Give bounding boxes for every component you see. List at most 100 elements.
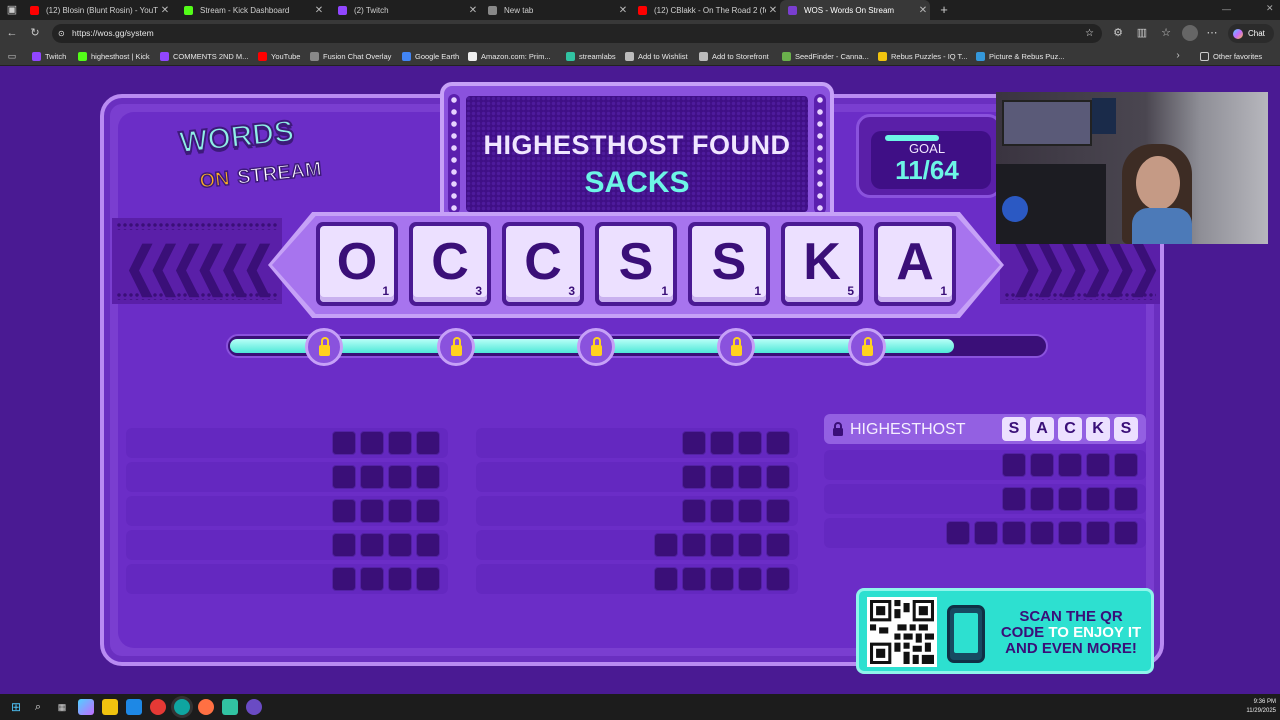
other-favorites-label: Other favorites — [1213, 51, 1263, 61]
tab-close-icon[interactable]: ✕ — [916, 5, 930, 16]
favorites-icon[interactable]: ☆ — [1158, 25, 1174, 41]
system-clock[interactable]: 9:36 PM 11/29/2025 — [1238, 698, 1276, 716]
tile-points: 1 — [382, 284, 389, 298]
word-slot-row — [476, 462, 798, 492]
bookmark-item[interactable]: YouTube — [258, 49, 300, 63]
app-icon[interactable] — [246, 699, 262, 715]
search-icon[interactable]: ⌕ — [30, 699, 46, 715]
split-screen-icon[interactable]: ▥ — [1134, 25, 1150, 41]
empty-letter-slot — [738, 533, 762, 557]
browser-tab[interactable]: (12) CBlakk - On The Road 2 (feat ✕ — [630, 0, 780, 20]
empty-letter-slot — [332, 533, 356, 557]
bookmark-favicon-icon — [782, 51, 791, 61]
empty-letter-slot — [388, 465, 412, 489]
qr-promo[interactable]: SCAN THE QR CODE TO ENJOY IT AND EVEN MO… — [856, 588, 1154, 674]
letter-tile: S1 — [595, 222, 677, 306]
ball — [1002, 196, 1028, 222]
bookmarks-bar: ▭ Twitch highesthost | Kick COMMENTS 2ND M… — [0, 46, 1280, 66]
bookmark-item[interactable]: Add to Wishlist — [625, 49, 688, 63]
empty-letter-slot — [332, 431, 356, 455]
letter-tile: S1 — [688, 222, 770, 306]
browser-tab[interactable]: (2) Twitch ✕ — [330, 0, 480, 20]
bookmark-item[interactable]: Add to Storefront — [699, 49, 769, 63]
tab-close-icon[interactable]: ✕ — [766, 5, 780, 16]
empty-letter-slot — [388, 567, 412, 591]
other-favorites[interactable]: Other favorites — [1200, 49, 1262, 63]
address-bar[interactable]: ⊙ https://wos.gg/system ☆ — [52, 24, 1102, 43]
words-on-stream-logo: WORDS ON STREAM — [174, 109, 354, 216]
browser-tab[interactable]: New tab ✕ — [480, 0, 630, 20]
browser-tab[interactable]: Stream - Kick Dashboard ✕ — [176, 0, 326, 20]
bookmark-item[interactable]: SeedFinder - Canna... — [782, 49, 869, 63]
tab-close-icon[interactable]: ✕ — [158, 5, 172, 16]
window-close-button[interactable]: ✕ — [1266, 3, 1274, 14]
empty-letter-slot — [738, 499, 762, 523]
lock-icon — [437, 328, 475, 366]
windows-start-icon[interactable]: ⊞ — [8, 699, 24, 715]
bookmark-item[interactable]: streamlabs — [566, 49, 616, 63]
minimize-icon[interactable]: — — [1222, 4, 1231, 14]
extensions-icon[interactable]: ⚙ — [1110, 25, 1126, 41]
qr-code[interactable] — [867, 597, 937, 667]
empty-letter-slot — [360, 533, 384, 557]
empty-letter-slot — [1086, 521, 1110, 545]
firefox-icon[interactable] — [198, 699, 214, 715]
tile-points: 3 — [475, 284, 482, 298]
tile-points: 1 — [661, 284, 668, 298]
empty-letter-slot — [710, 533, 734, 557]
bookmark-label: Amazon.com: Prim... — [481, 51, 551, 61]
chat-label: Chat — [1248, 29, 1265, 38]
tab-close-icon[interactable]: ✕ — [312, 5, 326, 16]
site-info-icon[interactable]: ⊙ — [58, 24, 65, 43]
browser-tab[interactable]: WOS - Words On Stream ✕ — [780, 0, 930, 20]
bookmark-item[interactable]: highesthost | Kick — [78, 49, 150, 63]
tile-letter: C — [524, 233, 562, 291]
empty-letter-slot — [1002, 487, 1026, 511]
edge-icon[interactable] — [174, 699, 190, 715]
tab-close-icon[interactable]: ✕ — [466, 5, 480, 16]
tab-title: (12) CBlakk - On The Road 2 (feat — [654, 5, 766, 15]
found-player-name: HIGHESTHOST — [850, 421, 966, 438]
bookmark-item[interactable]: Picture & Rebus Puz... — [976, 49, 1064, 63]
logo-on: ON — [198, 167, 232, 194]
browser-tab[interactable]: (12) Blosin (Blunt Rosin) - YouTube✕ — [22, 0, 172, 20]
empty-letter-slot — [654, 533, 678, 557]
task-view-icon[interactable]: ▦ — [54, 699, 70, 715]
word-slot-row — [126, 428, 448, 458]
refresh-icon[interactable]: ↻ — [27, 25, 43, 41]
url-text: https://wos.gg/system — [72, 28, 154, 38]
streamlabs-icon[interactable] — [222, 699, 238, 715]
more-menu-icon[interactable]: ⋯ — [1204, 25, 1220, 41]
bookmark-item[interactable]: COMMENTS 2ND M... — [160, 49, 248, 63]
bookmark-item[interactable]: Twitch — [32, 49, 66, 63]
bookmark-item[interactable]: Rebus Puzzles - IQ T... — [878, 49, 968, 63]
empty-letter-slot — [766, 431, 790, 455]
empty-letter-slot — [1058, 521, 1082, 545]
bookmark-label: Picture & Rebus Puz... — [989, 51, 1065, 61]
outlook-icon[interactable] — [126, 699, 142, 715]
bookmark-label: SeedFinder - Canna... — [795, 51, 869, 61]
qr-text-c: TO ENJOY IT — [1048, 624, 1142, 641]
chrome-icon[interactable] — [150, 699, 166, 715]
found-letter-tile: S — [1114, 417, 1138, 441]
profile-avatar[interactable] — [1182, 25, 1198, 41]
bookmark-item[interactable]: Fusion Chat Overlay — [310, 49, 391, 63]
copilot-chat-button[interactable]: Chat — [1228, 24, 1274, 43]
bookmark-item[interactable]: Google Earth — [402, 49, 459, 63]
bookmarks-overflow-icon[interactable]: › — [1170, 48, 1186, 64]
copilot-taskbar-icon[interactable] — [78, 699, 94, 715]
new-tab-button[interactable]: + — [936, 1, 952, 19]
bookmark-favicon-icon — [625, 51, 634, 61]
word-slot-row — [126, 530, 448, 560]
bookmark-item[interactable]: Amazon.com: Prim... — [468, 49, 551, 63]
file-explorer-icon[interactable] — [102, 699, 118, 715]
back-icon[interactable]: ← — [4, 25, 20, 41]
tab-close-icon[interactable]: ✕ — [616, 5, 630, 16]
found-banner: HIGHESTHOST FOUND SACKS — [440, 82, 834, 218]
tab-actions-icon[interactable]: ▣ — [4, 2, 20, 18]
bookmark-toggle-icon[interactable]: ▭ — [4, 48, 20, 64]
bookmark-favicon-icon — [699, 51, 708, 61]
favorite-star-icon[interactable]: ☆ — [1085, 24, 1094, 43]
copilot-icon — [1233, 29, 1243, 39]
goal-label: GOAL — [908, 141, 946, 156]
